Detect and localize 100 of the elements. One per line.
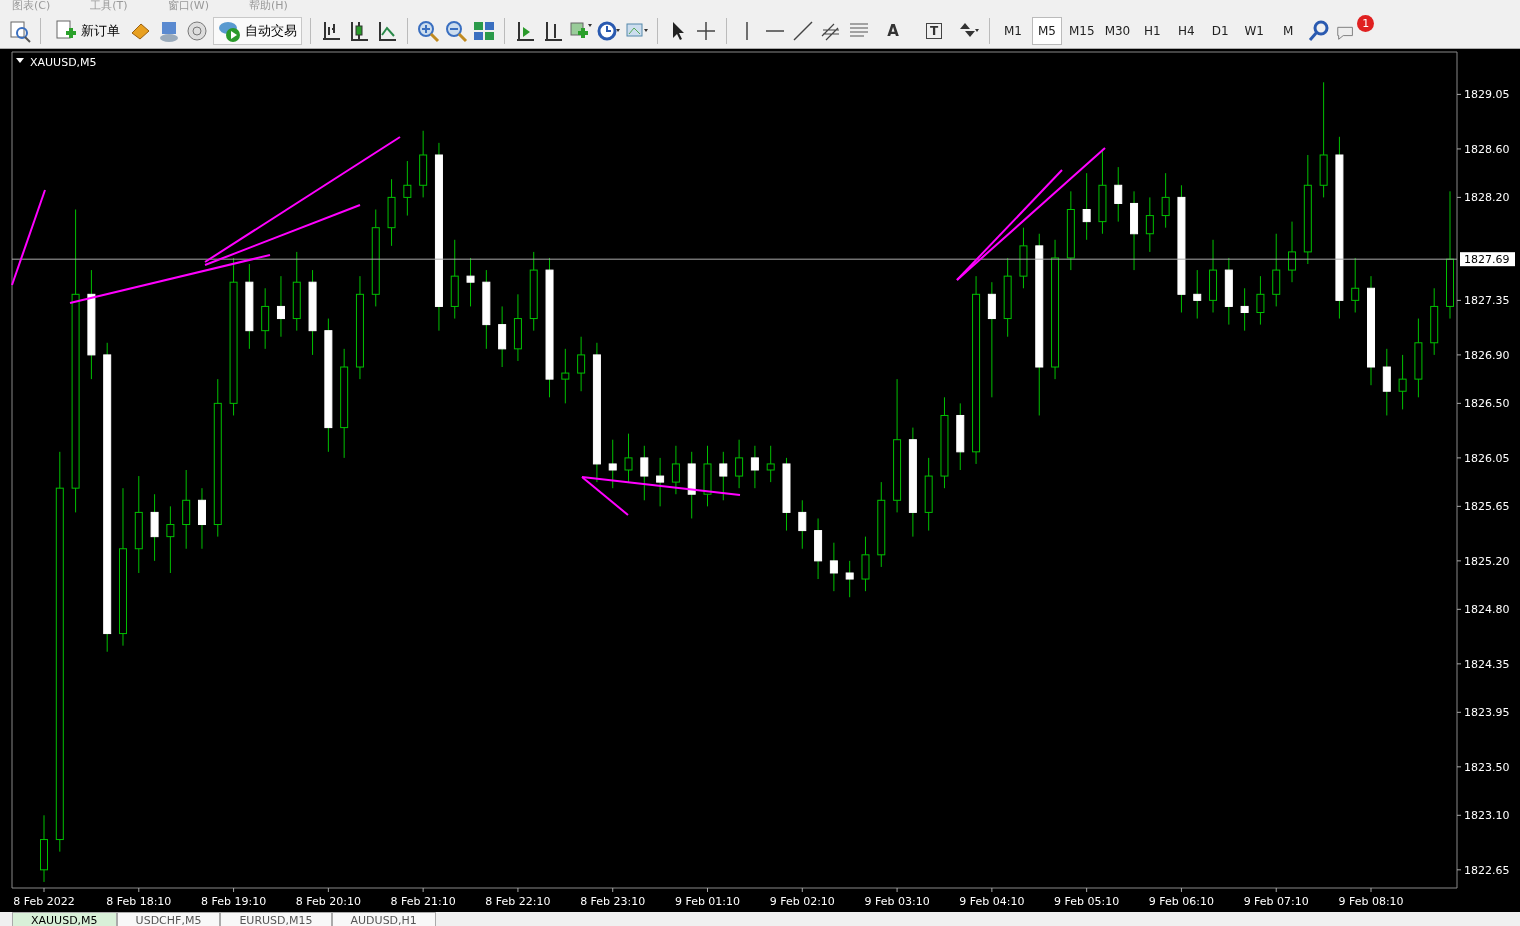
candle — [845, 560, 854, 598]
time-axis-label: 8 Feb 19:10 — [201, 895, 267, 908]
price-axis-label: 1823.50 — [1464, 760, 1510, 774]
time-axis-label: 8 Feb 21:10 — [390, 895, 456, 908]
timeframe-button[interactable]: W1 — [1239, 16, 1270, 45]
candle — [671, 445, 680, 495]
timeframe-button[interactable]: H1 — [1137, 16, 1168, 45]
time-axis-label: 9 Feb 04:10 — [959, 895, 1025, 908]
trend-line[interactable] — [956, 169, 1063, 281]
price-axis-label: 1824.35 — [1464, 657, 1510, 671]
trend-line[interactable] — [11, 189, 46, 286]
candle — [766, 445, 775, 483]
trend-line[interactable] — [204, 204, 361, 266]
text-label-tool[interactable]: T — [915, 16, 953, 45]
zoom-out-icon[interactable] — [444, 18, 468, 43]
timeframe-button[interactable]: M15 — [1066, 16, 1098, 45]
price-axis-label: 1825.65 — [1464, 500, 1510, 514]
zoom-in-icon[interactable] — [416, 18, 440, 43]
timeframe-button[interactable]: M — [1273, 16, 1304, 45]
price-axis-label: 1827.35 — [1464, 294, 1510, 308]
candle — [814, 517, 823, 580]
new-order-button[interactable]: 新订单 — [49, 16, 125, 45]
candle — [1430, 287, 1439, 356]
timeframe-button[interactable]: M30 — [1101, 16, 1134, 45]
trend-line[interactable] — [69, 254, 271, 304]
time-axis-label: 8 Feb 18:10 — [106, 895, 172, 908]
candle — [703, 445, 712, 507]
time-axis-label: 8 Feb 20:10 — [295, 895, 361, 908]
candle — [1114, 166, 1123, 223]
time-axis-label: 9 Feb 02:10 — [769, 895, 835, 908]
candle — [1398, 354, 1407, 410]
candle — [276, 275, 285, 338]
chart-tab[interactable]: AUDUSD,H1 — [331, 912, 436, 926]
price-axis-label: 1828.60 — [1464, 142, 1510, 156]
time-axis-label: 9 Feb 07:10 — [1243, 895, 1309, 908]
candle — [798, 499, 807, 550]
price-axis-label: 1826.05 — [1464, 451, 1510, 465]
time-axis-label: 8 Feb 23:10 — [580, 895, 646, 908]
candle — [640, 445, 649, 501]
candle — [387, 178, 396, 247]
candle — [608, 439, 617, 489]
text-tool[interactable]: A — [875, 16, 911, 45]
trend-line[interactable] — [581, 476, 741, 496]
price-axis-label: 1823.95 — [1464, 706, 1510, 720]
candle — [656, 457, 665, 507]
price-axis-label: 1824.80 — [1464, 603, 1510, 617]
price-axis-label: 1829.05 — [1464, 88, 1510, 102]
candle — [1382, 348, 1391, 416]
candle — [1224, 257, 1233, 326]
chart-tab[interactable]: EURUSD,M15 — [220, 912, 332, 926]
timeframe-button[interactable]: M5 — [1032, 16, 1062, 45]
timeframe-button[interactable]: D1 — [1205, 16, 1236, 45]
time-axis-label: 9 Feb 06:10 — [1148, 895, 1214, 908]
candle — [577, 336, 586, 392]
candle — [956, 402, 965, 471]
candle — [1288, 221, 1296, 283]
price-axis-label: 1823.10 — [1464, 809, 1510, 823]
chart-zoom-icon[interactable] — [8, 18, 32, 43]
candle — [1019, 227, 1028, 289]
price-axis-label: 1825.20 — [1464, 554, 1510, 568]
time-axis-label: 8 Feb 22:10 — [485, 895, 551, 908]
current-price-label: 1827.69 — [1460, 252, 1515, 267]
candle — [735, 439, 744, 489]
collapse-triangle-icon[interactable] — [16, 58, 24, 63]
candle — [403, 160, 412, 217]
candle — [561, 348, 570, 404]
chart-title: XAUUSD,M5 — [30, 56, 97, 69]
candle — [719, 451, 728, 501]
time-axis-label: 8 Feb 2022 — [13, 895, 75, 908]
candle — [419, 130, 428, 198]
price-axis-label: 1826.90 — [1464, 348, 1510, 362]
chart-tab[interactable]: XAUUSD,M5 — [12, 912, 117, 926]
notification-badge: 1 — [1357, 14, 1375, 32]
auto-trading-button[interactable]: 自动交易 — [213, 16, 302, 45]
candle — [498, 305, 507, 368]
timeframe-button[interactable]: H4 — [1171, 16, 1202, 45]
candle — [1351, 257, 1360, 313]
trend-line[interactable] — [956, 147, 1106, 281]
candle — [687, 451, 696, 519]
candle — [513, 293, 522, 362]
candle — [829, 542, 838, 592]
chart-tab[interactable]: USDCHF,M5 — [116, 912, 221, 926]
candle — [1145, 196, 1154, 253]
candle — [861, 536, 870, 592]
candle — [198, 487, 206, 550]
candle — [1082, 172, 1091, 241]
time-axis-label: 9 Feb 03:10 — [864, 895, 930, 908]
trend-line-icon[interactable] — [791, 18, 815, 43]
time-axis-label: 9 Feb 05:10 — [1054, 895, 1120, 908]
price-axis-label: 1826.50 — [1464, 397, 1510, 411]
candle — [40, 814, 48, 883]
candle — [624, 433, 633, 483]
price-axis-label: 1822.65 — [1464, 863, 1510, 877]
trend-line[interactable] — [581, 476, 629, 516]
price-axis-label: 1828.20 — [1464, 191, 1510, 205]
timeframe-button[interactable]: M1 — [998, 16, 1028, 45]
time-axis-label: 9 Feb 08:10 — [1338, 895, 1404, 908]
candle — [1161, 172, 1170, 229]
candle — [1193, 269, 1202, 320]
candle — [466, 257, 475, 307]
